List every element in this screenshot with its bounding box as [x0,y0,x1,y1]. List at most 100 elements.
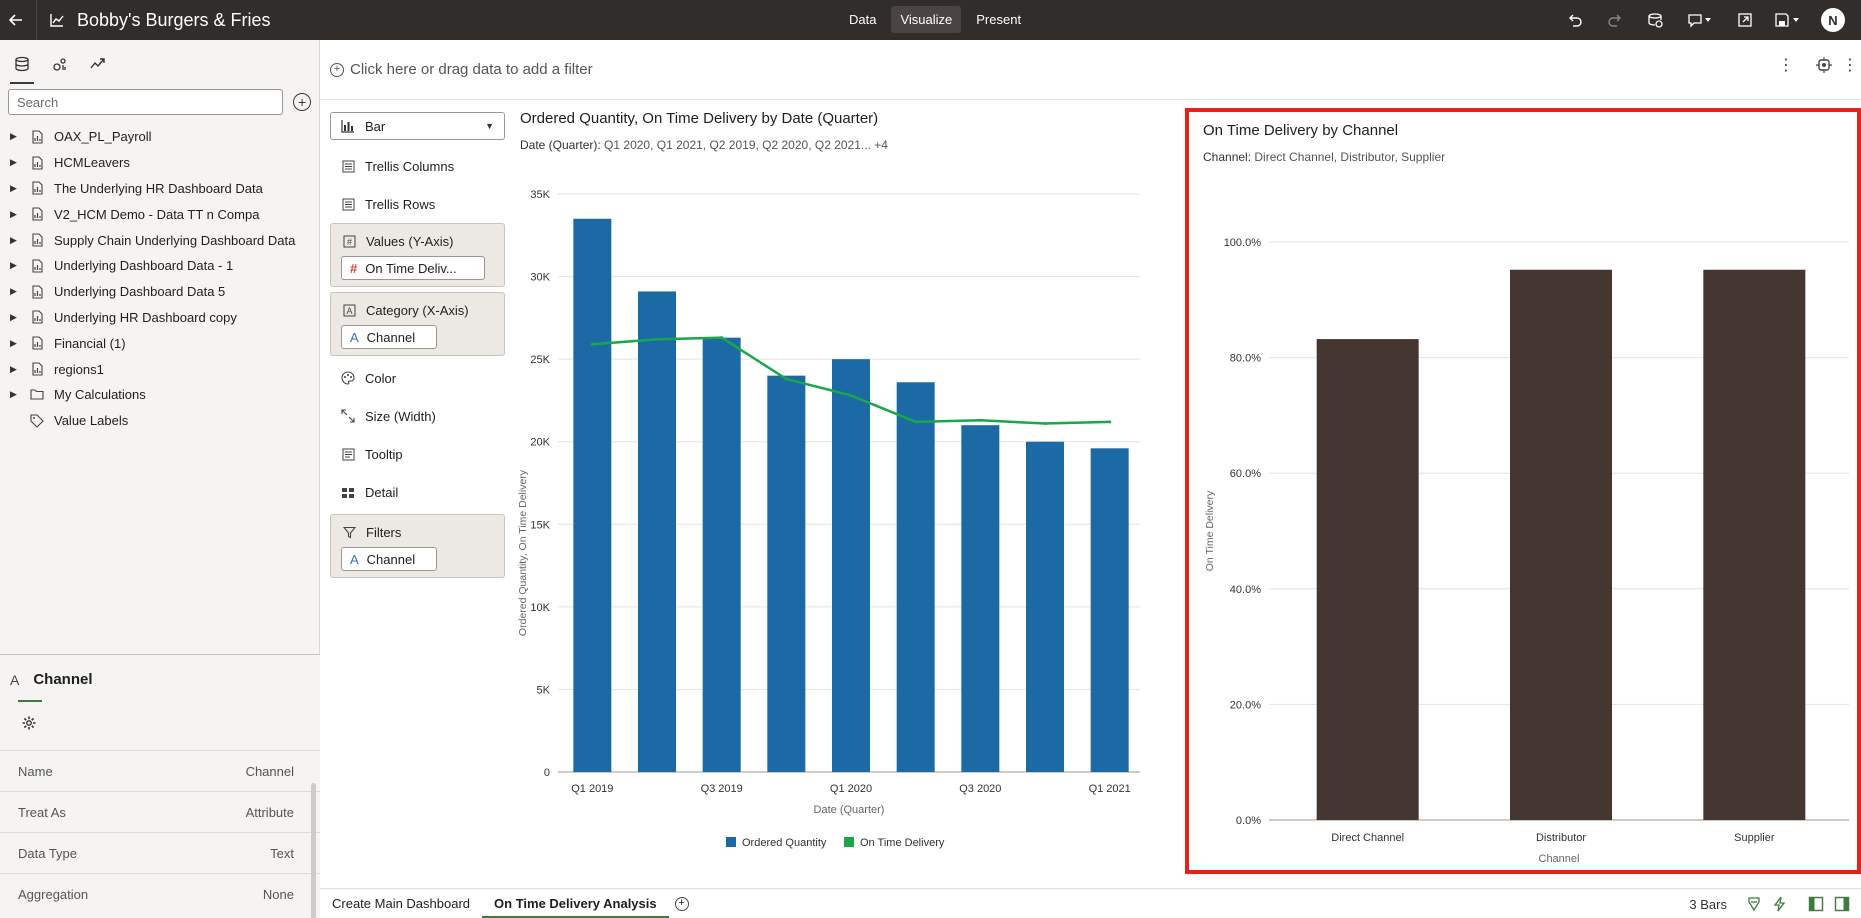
tree-item[interactable]: ▶ OAX_PL_Payroll [0,124,319,150]
right-panel-toggle-icon[interactable] [1829,889,1855,918]
add-filter-icon[interactable]: + [330,62,344,77]
property-row[interactable]: Treat As Attribute [0,791,320,832]
back-arrow-icon[interactable] [0,0,32,40]
grammar-toggle-icon[interactable] [1741,889,1767,918]
tree-item[interactable]: ▶ My Calculations [0,382,319,408]
expand-caret-icon[interactable]: ▶ [10,389,20,400]
top-bar: Bobby's Burgers & Fries Data Visualize P… [0,0,1861,40]
legend-swatch-on-time-delivery [844,837,854,847]
property-row[interactable]: Aggregation None [0,873,320,914]
tree-item-label: Underlying Dashboard Data 5 [54,284,226,300]
property-row[interactable]: Name Channel [0,750,320,791]
chart-subtitle: Date (Quarter): Q1 2020, Q1 2021, Q2 201… [520,138,1160,152]
canvas-tab-create-main-dashboard[interactable]: Create Main Dashboard [320,889,482,918]
tree-item[interactable]: ▶ regions1 [0,356,319,382]
property-value[interactable]: Channel [246,764,294,779]
trellis-columns-icon [341,159,355,173]
analytics-icon[interactable] [86,52,110,76]
properties-scrollbar[interactable] [311,783,316,918]
trellis-columns-slot[interactable]: Trellis Columns [330,155,505,177]
properties-panel: A Channel Name Channel Treat As Attribute Da… [0,654,320,918]
tree-item-label: regions1 [54,361,104,377]
dataset-icon [30,130,44,144]
add-canvas-icon[interactable]: + [674,896,689,911]
tree-item[interactable]: ▶ Financial (1) [0,330,319,356]
tree-item-label: OAX_PL_Payroll [54,129,152,145]
expand-caret-icon[interactable]: ▶ [10,157,20,168]
color-slot[interactable]: Color [330,367,505,389]
chart-type-select[interactable]: Bar ▼ [330,112,505,140]
y-tick-label: 20.0% [1230,699,1261,711]
data-database-icon[interactable] [10,52,34,84]
expand-caret-icon[interactable]: ▶ [10,312,20,323]
search-input[interactable]: Search [8,89,284,115]
expand-caret-icon[interactable]: ▶ [10,338,20,349]
tree-item[interactable]: ▶ Supply Chain Underlying Dashboard Data [0,227,319,253]
bar-chart-panel-selected[interactable]: On Time Delivery by Channel Channel: Dir… [1185,108,1861,874]
tooltip-icon [341,447,355,461]
redo-icon[interactable] [1595,0,1635,40]
property-row[interactable]: Data Type Text [0,832,320,873]
export-icon[interactable] [1725,0,1765,40]
tree-item[interactable]: ▶ Underlying HR Dashboard copy [0,305,319,331]
auto-apply-icon[interactable] [1809,50,1839,80]
bar-ordered-quantity [896,382,935,772]
property-value[interactable]: Attribute [246,805,294,820]
trellis-rows-slot[interactable]: Trellis Rows [330,193,505,215]
color-label: Color [365,370,397,386]
settings-gear-icon[interactable] [18,700,42,734]
x-tick-label: Direct Channel [1331,832,1404,844]
tree-item[interactable]: ▶Value Labels [0,408,319,434]
tree-item[interactable]: ▶ The Underlying HR Dashboard Data [0,176,319,202]
category-x-axis-well[interactable]: A Category (X-Axis) A Channel [330,292,505,356]
filter-bar-hint[interactable]: Click here or drag data to add a filter [350,61,593,78]
lightning-icon[interactable] [1767,889,1793,918]
comments-icon[interactable] [1675,0,1725,40]
expand-caret-icon[interactable]: ▶ [10,209,20,220]
x-tick-label: Supplier [1734,832,1775,844]
filter-pill[interactable]: A Channel [341,547,437,571]
bar-chart-svg[interactable]: 0.0% 20.0% 40.0% 60.0% 80.0% 100.0% Direct Cha… [1189,166,1857,866]
expand-caret-icon[interactable]: ▶ [10,183,20,194]
tooltip-slot[interactable]: Tooltip [330,443,505,465]
save-icon[interactable] [1765,0,1811,40]
values-y-axis-well[interactable]: # Values (Y-Axis) # On Time Deliv... [330,223,505,287]
combo-chart-panel[interactable]: Ordered Quantity, On Time Delivery by Da… [517,110,1160,880]
add-data-icon[interactable]: + [293,93,311,111]
visualizations-icon[interactable] [48,52,72,76]
property-value[interactable]: None [263,887,294,902]
values-pill[interactable]: # On Time Deliv... [341,256,485,280]
mode-data-tab[interactable]: Data [840,6,885,33]
more-vertical-icon[interactable]: ⋮ [1771,50,1801,80]
y-tick-label: 15K [530,519,550,531]
filter-bar[interactable]: + Click here or drag data to add a filte… [320,40,1861,100]
detail-slot[interactable]: Detail [330,481,505,503]
expand-caret-icon[interactable]: ▶ [10,286,20,297]
canvas-menu-icon[interactable]: ⋮ [1839,50,1861,80]
left-panel-toggle-icon[interactable] [1803,889,1829,918]
chart-type-value: Bar [365,118,386,134]
size-slot[interactable]: Size (Width) [330,405,505,427]
x-tick-label: Q1 2021 [1089,783,1131,795]
combo-chart-svg[interactable]: 0 5K 10K 15K 20K 25K 30K 35K Q1 2019 Q3 2019 Q1 20… [510,170,1150,890]
category-pill[interactable]: A Channel [341,325,437,349]
filters-well[interactable]: Filters A Channel [330,514,505,578]
expand-caret-icon[interactable]: ▶ [10,364,20,375]
size-label: Size (Width) [365,408,436,424]
tree-item[interactable]: ▶ V2_HCM Demo - Data TT n Compa [0,201,319,227]
refresh-data-icon[interactable] [1635,0,1675,40]
mode-present-tab[interactable]: Present [967,6,1030,33]
tree-item[interactable]: ▶ Underlying Dashboard Data - 1 [0,253,319,279]
expand-caret-icon[interactable]: ▶ [10,235,20,246]
property-value[interactable]: Text [270,846,294,861]
canvas-tab-on-time-delivery[interactable]: On Time Delivery Analysis [482,889,669,918]
tree-item[interactable]: ▶ Underlying Dashboard Data 5 [0,279,319,305]
undo-icon[interactable] [1555,0,1595,40]
expand-caret-icon[interactable]: ▶ [10,260,20,271]
mode-visualize-tab[interactable]: Visualize [891,6,962,33]
user-avatar[interactable]: N [1821,8,1845,32]
expand-caret-icon[interactable]: ▶ [10,131,20,142]
data-tree: ▶ OAX_PL_Payroll ▶ HCMLeavers ▶ The Underlyin… [0,124,319,434]
tree-item[interactable]: ▶ HCMLeavers [0,150,319,176]
tooltip-label: Tooltip [365,446,403,462]
